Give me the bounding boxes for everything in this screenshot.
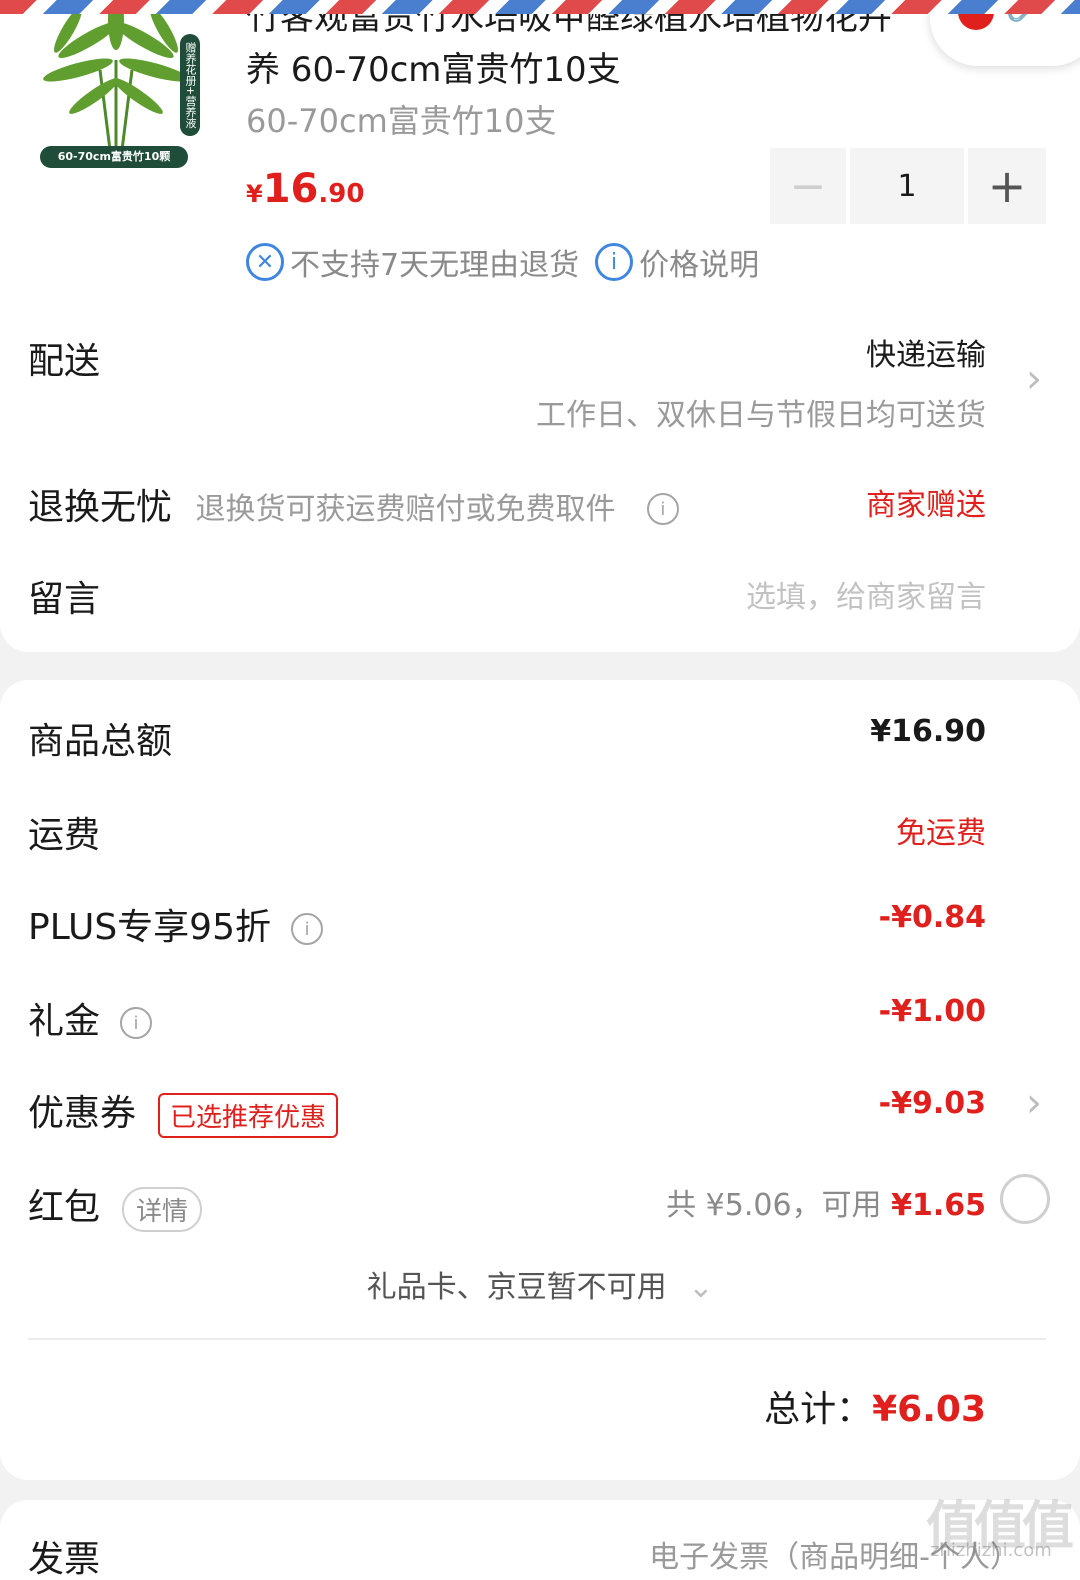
plus-discount-row: PLUS专享95折 i	[28, 898, 323, 950]
price-currency: ¥	[246, 180, 263, 208]
delivery-schedule[interactable]: 工作日、双休日与节假日均可送货	[536, 390, 986, 434]
red-packet-available: ¥1.65	[891, 1188, 986, 1223]
quantity-stepper: − 1 +	[770, 148, 1046, 224]
return-insurance-value: 商家赠送	[866, 488, 986, 523]
goods-total-label: 商品总额	[28, 721, 173, 762]
gift-money-label: 礼金	[28, 1001, 101, 1042]
total-label: 总计：	[764, 1389, 873, 1430]
price-summary-card	[0, 680, 1080, 1480]
total-value: ¥6.03	[872, 1389, 986, 1430]
red-packet-amounts: 共 ¥5.06，可用 ¥1.65	[666, 1180, 986, 1224]
return-insurance-label: 退换无忧	[28, 487, 173, 528]
decrease-quantity-button[interactable]: −	[770, 148, 846, 224]
product-notices: ✕ 不支持7天无理由退货 i 价格说明	[246, 240, 759, 284]
product-price: ¥16.90	[246, 166, 364, 212]
delivery-label: 配送	[28, 341, 101, 382]
order-total: 总计：¥6.03	[764, 1380, 986, 1432]
red-packet-row: 红包 详情	[28, 1178, 203, 1232]
no-return-label: 不支持7天无理由退货	[290, 248, 580, 283]
return-insurance-desc: 退换货可获运费赔付或免费取件	[195, 492, 616, 527]
chevron-right-icon[interactable]: ›	[1026, 1080, 1042, 1126]
product-title-line2[interactable]: 养 60-70cm富贵竹10支	[246, 42, 621, 91]
site-watermark-url: zhizhizhi.com	[930, 1540, 1052, 1561]
message-input[interactable]: 选填，给商家留言	[746, 572, 986, 616]
plant-illustration	[43, 0, 189, 151]
increase-quantity-button[interactable]: +	[968, 148, 1046, 224]
info-icon[interactable]: i	[646, 493, 679, 525]
red-packet-details-button[interactable]: 详情	[122, 1186, 203, 1232]
order-item-card: 赠养花册+营养液 60-70cm富贵竹10颗 竹客观富贵竹水培吸甲醛绿植水培植物…	[0, 0, 1080, 652]
message-label: 留言	[28, 579, 101, 620]
chevron-down-icon: ⌄	[688, 1270, 714, 1305]
coupon-row[interactable]: 优惠券 已选推荐优惠	[28, 1084, 339, 1138]
unavailable-label: 礼品卡、京豆暂不可用	[366, 1270, 667, 1305]
red-packet-total: 共 ¥5.06，可用	[666, 1188, 882, 1223]
price-note-link[interactable]: 价格说明	[639, 240, 759, 284]
goods-total-value: ¥16.90	[870, 714, 986, 749]
no-return-icon: ✕	[246, 243, 284, 281]
red-packet-label: 红包	[28, 1187, 101, 1228]
quantity-value[interactable]: 1	[850, 148, 964, 224]
return-insurance-row: 退换无忧 退换货可获运费赔付或免费取件 i	[28, 478, 679, 530]
gift-money-value: -¥1.00	[878, 994, 986, 1029]
red-packet-radio[interactable]	[1000, 1174, 1050, 1224]
coupon-value[interactable]: -¥9.03	[879, 1086, 986, 1121]
coupon-label: 优惠券	[28, 1093, 137, 1134]
info-icon[interactable]: i	[595, 243, 634, 281]
shipping-value: 免运费	[896, 816, 986, 851]
coupon-tag: 已选推荐优惠	[158, 1092, 339, 1138]
plus-discount-label: PLUS专享95折	[28, 907, 271, 948]
plus-discount-value: -¥0.84	[878, 900, 986, 935]
product-spec: 60-70cm富贵竹10支	[246, 102, 557, 140]
unavailable-toggle[interactable]: 礼品卡、京豆暂不可用 ⌄	[0, 1262, 1080, 1306]
delivery-method[interactable]: 快递运输	[866, 330, 986, 374]
divider	[28, 1338, 1046, 1340]
shipping-label: 运费	[28, 815, 101, 856]
image-badge-vertical: 赠养花册+营养液	[180, 34, 200, 136]
price-decimal: .90	[318, 179, 365, 209]
info-icon[interactable]: i	[120, 1007, 153, 1039]
invoice-label: 发票	[28, 1539, 101, 1580]
info-icon[interactable]: i	[290, 913, 323, 945]
airmail-stripe	[0, 0, 1080, 14]
image-badge-pill: 60-70cm富贵竹10颗	[40, 146, 188, 168]
price-integer: 16	[262, 166, 319, 212]
chevron-right-icon[interactable]: ›	[1026, 356, 1042, 402]
gift-money-row: 礼金 i	[28, 992, 153, 1044]
